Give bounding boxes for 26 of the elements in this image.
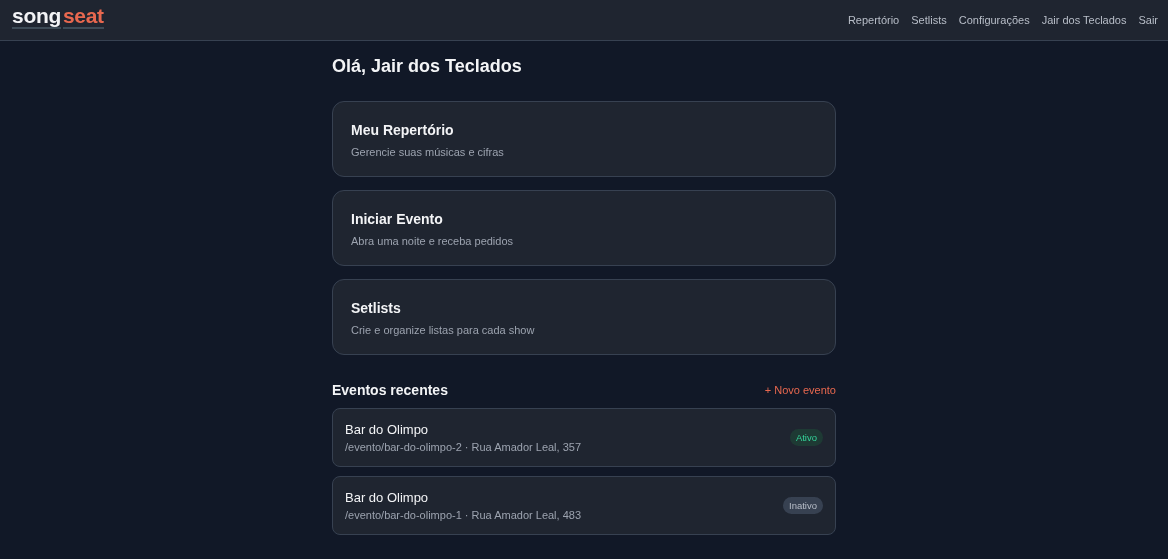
card-title: Meu Repertório: [351, 122, 455, 138]
section-heading: Eventos recentes: [332, 382, 448, 398]
card-subtitle: Gerencie suas músicas e cifras: [351, 146, 505, 158]
status-badge: Ativo: [789, 429, 823, 446]
nav-link[interactable]: Configurações: [958, 14, 1030, 26]
new-event-link[interactable]: + Novo evento: [764, 384, 836, 396]
event-row[interactable]: Bar do Olimpo /evento/bar-do-olimpo-2 · Rua Amador Leal, 357 Ativo: [332, 408, 836, 467]
menu-card[interactable]: Setlists Crie e organize listas para cada show: [332, 279, 836, 355]
nav-link[interactable]: Repertório: [847, 14, 900, 26]
event-details: /evento/bar-do-olimpo-2 · Rua Amador Leal, 357: [345, 441, 582, 453]
event-name: Bar do Olimpo: [345, 422, 430, 437]
card-title: Iniciar Evento: [351, 211, 444, 227]
greeting-heading: Olá, Jair dos Teclados: [332, 55, 523, 77]
nav-link[interactable]: Jair dos Teclados: [1041, 14, 1127, 26]
status-badge: Inativo: [783, 497, 823, 514]
menu-card[interactable]: Meu Repertório Gerencie suas músicas e cifras: [332, 101, 836, 177]
logo[interactable]: songseat: [12, 4, 104, 32]
card-subtitle: Crie e organize listas para cada show: [351, 324, 536, 336]
nav-link[interactable]: Setlists: [911, 14, 947, 26]
card-title: Setlists: [351, 300, 402, 316]
event-details: /evento/bar-do-olimpo-1 · Rua Amador Leal, 483: [345, 509, 582, 521]
menu-card[interactable]: Iniciar Evento Abra uma noite e receba pedidos: [332, 190, 836, 266]
card-subtitle: Abra uma noite e receba pedidos: [351, 235, 515, 247]
event-name: Bar do Olimpo: [345, 490, 430, 505]
event-row[interactable]: Bar do Olimpo /evento/bar-do-olimpo-1 · Rua Amador Leal, 483 Inativo: [332, 476, 836, 535]
nav-link[interactable]: Sair: [1138, 14, 1158, 26]
